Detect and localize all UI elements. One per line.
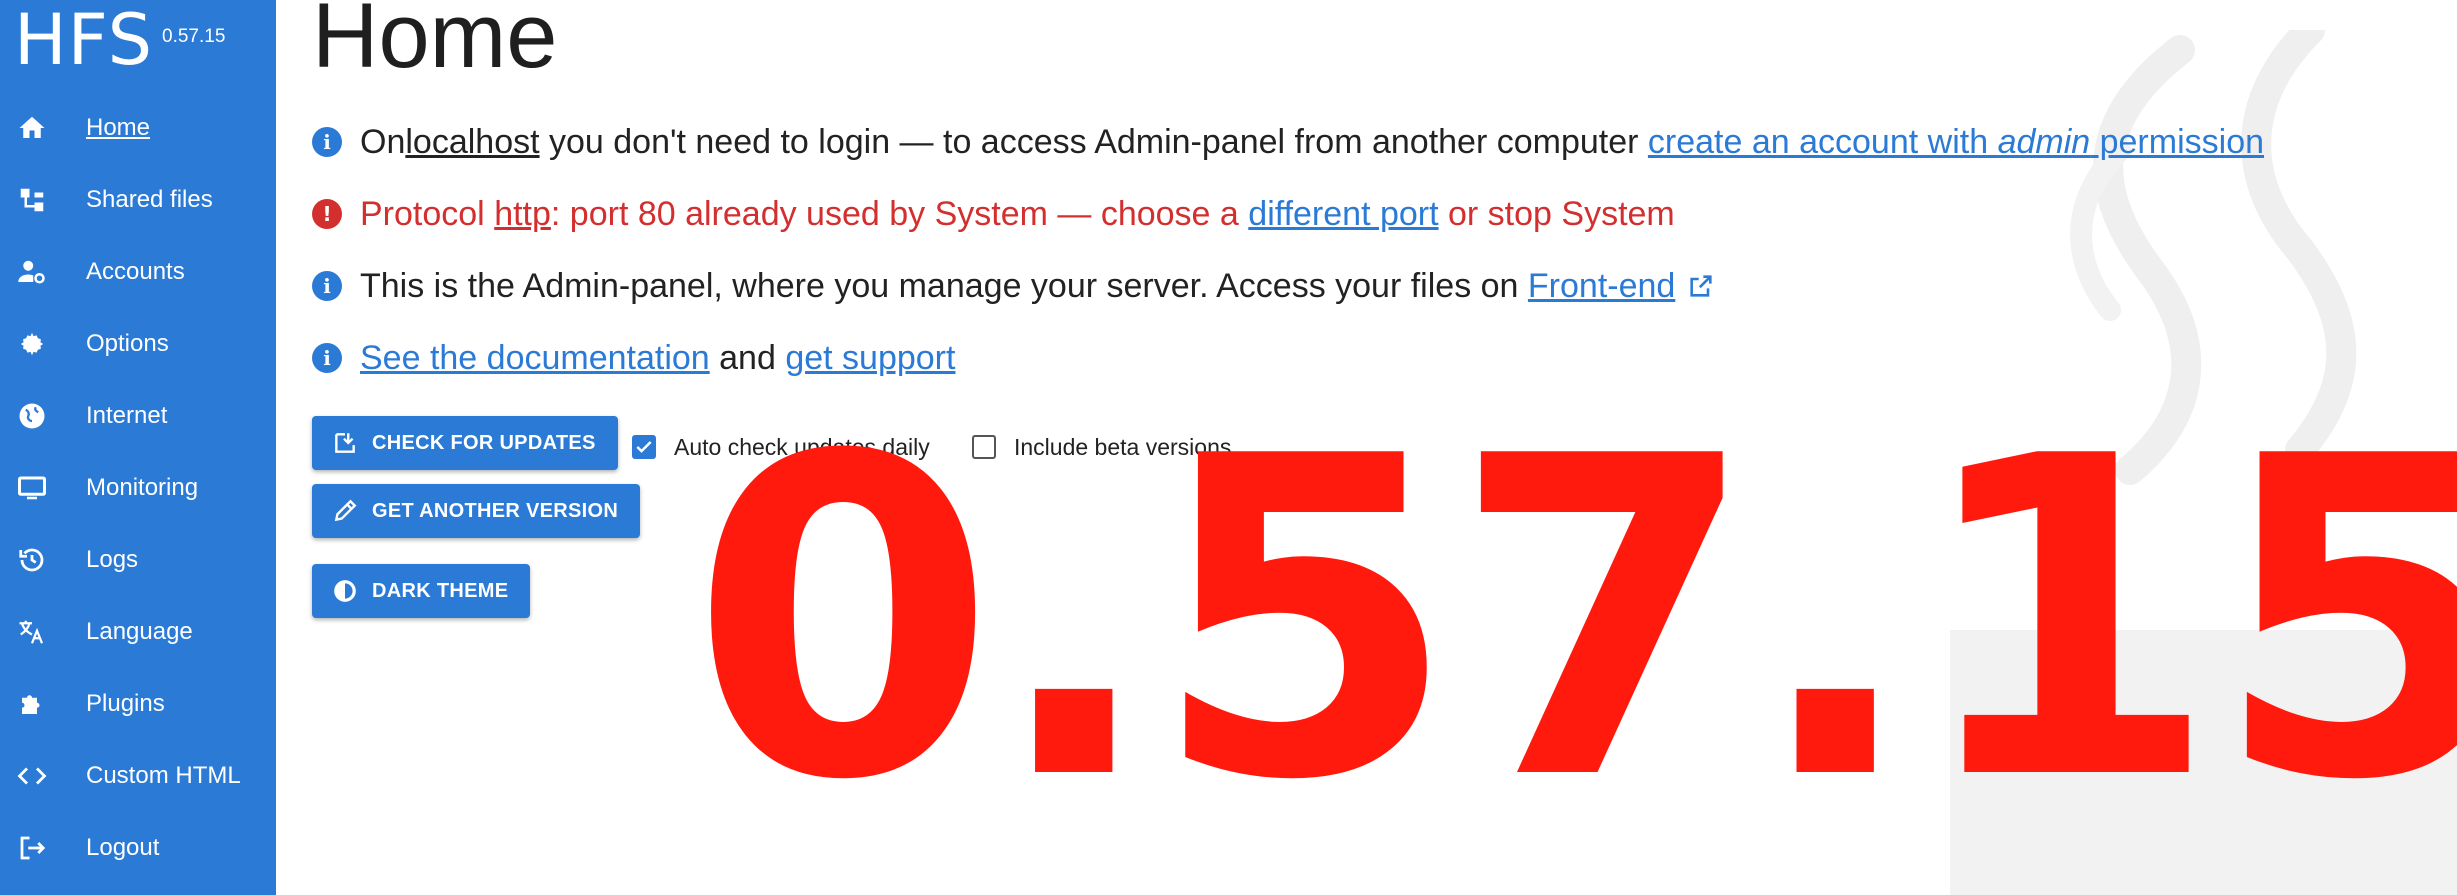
- sidebar-item-label: Plugins: [86, 690, 165, 717]
- info-icon: i: [312, 127, 342, 157]
- checkbox-checked-icon: [632, 435, 656, 459]
- sidebar: HFS 0.57.15 Home Shared files Accounts O…: [0, 0, 276, 895]
- contrast-icon: [332, 578, 358, 604]
- sidebar-item-label: Home: [86, 114, 151, 141]
- sidebar-item-label: Logs: [86, 546, 139, 573]
- dark-theme-button[interactable]: DARK THEME: [312, 564, 531, 618]
- sidebar-item-label: Logout: [86, 834, 160, 861]
- page-title: Home: [312, 0, 558, 87]
- download-icon: [332, 430, 358, 456]
- logout-icon: [16, 832, 48, 864]
- app-name: HFS: [14, 0, 154, 81]
- code-icon: [16, 760, 48, 792]
- monitor-icon: [16, 472, 48, 504]
- sidebar-item-custom-html[interactable]: Custom HTML: [0, 740, 276, 812]
- sidebar-item-label: Language: [86, 618, 193, 645]
- home-icon: [16, 112, 48, 144]
- gear-icon: [16, 328, 48, 360]
- app-version: 0.57.15: [162, 26, 226, 47]
- sidebar-item-shared-files[interactable]: Shared files: [0, 164, 276, 236]
- sidebar-item-label: Custom HTML: [86, 762, 241, 789]
- documentation-link[interactable]: See the documentation: [360, 339, 710, 378]
- localhost-text: localhost: [405, 122, 540, 161]
- sidebar-item-label: Accounts: [86, 258, 185, 285]
- sidebar-item-logs[interactable]: Logs: [0, 524, 276, 596]
- sidebar-item-label: Internet: [86, 402, 168, 429]
- shared-files-icon: [16, 184, 48, 216]
- sidebar-item-language[interactable]: Language: [0, 596, 276, 668]
- frontend-info-message: i This is the Admin-panel, where you man…: [312, 264, 1715, 308]
- sidebar-item-internet[interactable]: Internet: [0, 380, 276, 452]
- get-another-version-button[interactable]: GET ANOTHER VERSION: [312, 484, 641, 538]
- sidebar-item-plugins[interactable]: Plugins: [0, 668, 276, 740]
- sidebar-item-label: Options: [86, 330, 169, 357]
- external-link-icon[interactable]: [1687, 272, 1715, 300]
- check-for-updates-button[interactable]: CHECK FOR UPDATES: [312, 416, 618, 470]
- globe-icon: [16, 400, 48, 432]
- create-admin-account-link[interactable]: create an account with admin permission: [1648, 123, 2264, 162]
- error-icon: !: [312, 199, 342, 229]
- puzzle-icon: [16, 688, 48, 720]
- different-port-link[interactable]: different port: [1248, 195, 1438, 234]
- http-text: http: [494, 194, 551, 233]
- sidebar-item-home[interactable]: Home: [0, 92, 276, 164]
- sidebar-item-label: Monitoring: [86, 474, 199, 501]
- info-icon: i: [312, 271, 342, 301]
- sidebar-item-options[interactable]: Options: [0, 308, 276, 380]
- version-overlay: 0.57.15: [690, 364, 2457, 876]
- frontend-link[interactable]: Front-end: [1528, 267, 1675, 306]
- info-icon: i: [312, 343, 342, 373]
- sidebar-item-monitoring[interactable]: Monitoring: [0, 452, 276, 524]
- accounts-icon: [16, 256, 48, 288]
- eyedropper-icon: [332, 498, 358, 524]
- sidebar-item-accounts[interactable]: Accounts: [0, 236, 276, 308]
- protocol-error-message: ! Protocol http : port 80 already used b…: [312, 192, 1675, 236]
- sidebar-item-logout[interactable]: Logout: [0, 812, 276, 884]
- history-icon: [16, 544, 48, 576]
- sidebar-item-label: Shared files: [86, 186, 213, 213]
- login-info-message: i On localhost you don't need to login —…: [312, 120, 2264, 164]
- translate-icon: [16, 616, 48, 648]
